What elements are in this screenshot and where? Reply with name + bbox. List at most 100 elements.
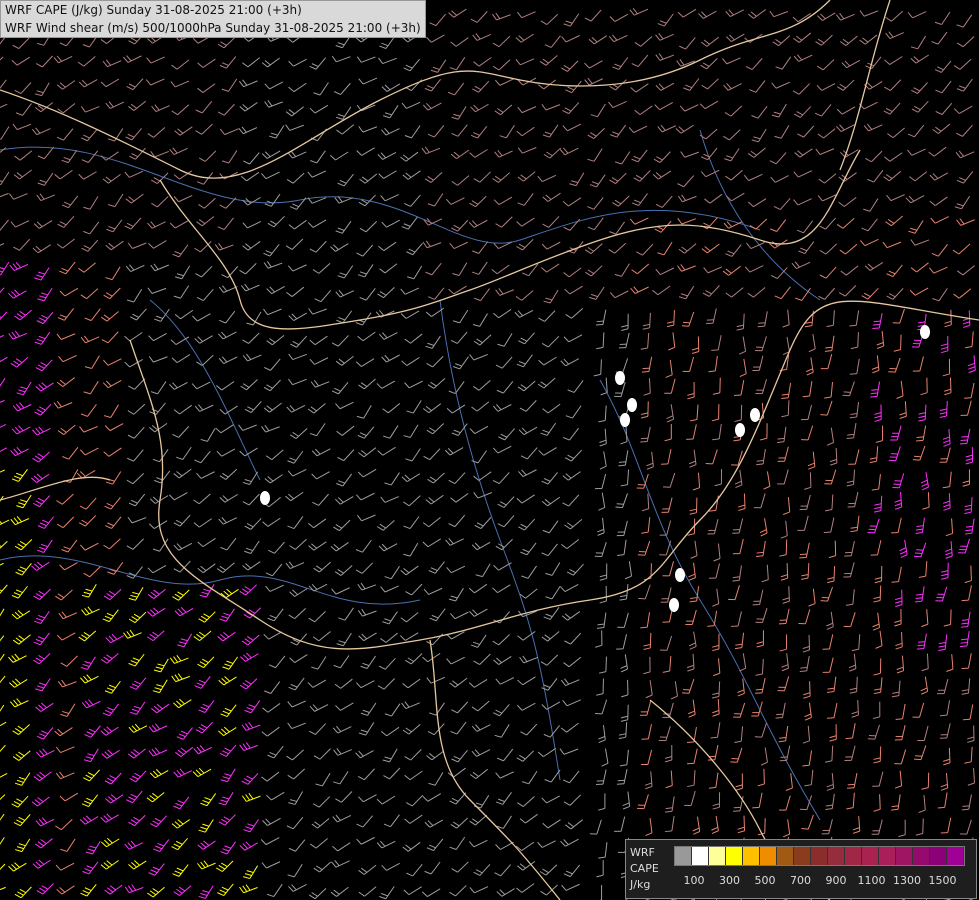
wind-barb (687, 381, 695, 400)
wind-barb (610, 124, 627, 138)
wind-barb (964, 746, 973, 764)
wind-barb (759, 518, 768, 537)
wind-barb (102, 609, 119, 623)
wind-barb (686, 424, 697, 440)
wind-barb (449, 792, 467, 805)
wind-barb (663, 472, 676, 488)
wind-barb (380, 585, 399, 593)
wind-barb (677, 264, 696, 272)
wind-barb (797, 125, 815, 138)
wind-barb (884, 56, 903, 65)
wind-barb (261, 57, 280, 68)
wind-barb (428, 772, 444, 786)
wind-barb (331, 859, 350, 868)
wind-barb (935, 586, 948, 602)
wind-barb (734, 404, 743, 423)
wind-barb (712, 698, 720, 717)
wind-barb (958, 538, 971, 554)
wind-barb (816, 59, 835, 71)
wind-barb (129, 308, 147, 321)
wind-barb (309, 423, 326, 437)
wind-barb (266, 334, 285, 346)
wind-barb (778, 608, 790, 625)
wind-barb (406, 400, 422, 414)
wind-barb (357, 608, 377, 617)
wind-barb (35, 817, 55, 827)
wind-barb (192, 313, 211, 322)
wind-barb (0, 744, 6, 752)
wind-barb (515, 841, 535, 852)
cape-patch (920, 325, 930, 339)
wind-barb (450, 149, 470, 160)
wind-barb (621, 679, 629, 698)
wind-barb (734, 380, 745, 397)
wind-barb (734, 726, 744, 743)
wind-barb (931, 31, 948, 45)
wind-barb (874, 495, 883, 513)
river (149, 299, 261, 481)
wind-barb (79, 815, 99, 825)
wind-barb (675, 124, 694, 134)
wind-barb (288, 677, 305, 691)
wind-barb (36, 193, 56, 202)
wind-barb (616, 520, 628, 537)
wind-barb (34, 82, 50, 97)
wind-barb (778, 725, 789, 743)
wind-barb (335, 791, 353, 803)
wind-barb (909, 171, 928, 182)
wind-barb (286, 286, 305, 297)
wind-barb (920, 472, 930, 491)
wind-barb (79, 447, 99, 456)
wind-barb (153, 658, 169, 673)
wind-barb (33, 220, 53, 229)
wind-barb (35, 702, 54, 712)
wind-barb (614, 263, 630, 277)
wind-barb (10, 516, 30, 526)
wind-barb (194, 241, 212, 253)
wind-barb (380, 496, 399, 503)
wind-barb (921, 609, 929, 628)
legend-tick: 500 (754, 874, 776, 887)
wind-barb (148, 863, 165, 876)
wind-barb (16, 494, 32, 509)
wind-barb (518, 518, 536, 531)
wind-barb (599, 451, 607, 470)
wind-barb (770, 219, 787, 232)
wind-barb (0, 192, 9, 198)
wind-barb (81, 606, 100, 616)
wind-barb (33, 771, 52, 782)
wind-barb (357, 264, 374, 278)
wind-barb (54, 727, 73, 737)
wind-barb (429, 608, 446, 622)
wind-barb (200, 793, 217, 807)
wind-barb (584, 60, 603, 69)
wind-barb (940, 335, 949, 354)
wind-barb (964, 382, 975, 399)
wind-barb (381, 862, 400, 871)
wind-barb (708, 355, 718, 373)
wind-barb (0, 400, 5, 403)
wind-barb (127, 748, 146, 759)
wind-barb (679, 104, 699, 112)
wind-barb (128, 378, 146, 390)
wind-barb (469, 195, 487, 208)
wind-barb (261, 171, 280, 180)
wind-barb (492, 172, 511, 183)
wind-barb (678, 243, 697, 254)
wind-barb (31, 561, 50, 571)
wind-barb (822, 657, 834, 673)
wind-barb (544, 35, 561, 48)
wind-barb (863, 123, 883, 132)
wind-barb (883, 102, 901, 115)
wind-barb (313, 82, 329, 96)
wind-barb (670, 681, 678, 700)
wind-barb (448, 587, 464, 602)
wind-barb (34, 838, 53, 849)
wind-barb (471, 450, 487, 464)
wind-barb (492, 35, 511, 48)
wind-barb (559, 584, 579, 592)
wind-barb (219, 468, 238, 480)
wind-barb (59, 792, 79, 802)
wind-barb (78, 171, 97, 180)
wind-barb (770, 175, 789, 183)
